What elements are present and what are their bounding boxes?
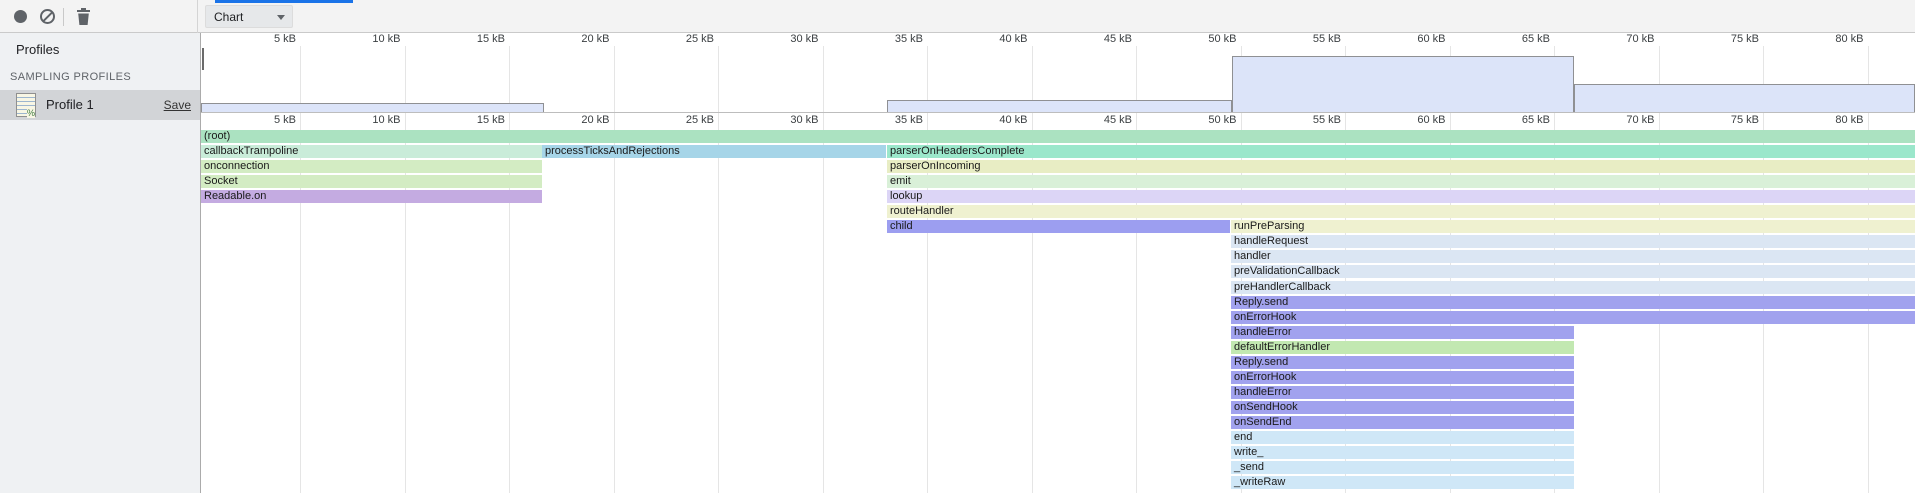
flame-chart-panel: 5 kB 10 kB 15 kB 20 kB 25 kB 30 kB 35 kB 40 kB 4… — [200, 33, 1915, 493]
ruler-tick-label: 80 kB — [1804, 33, 1864, 46]
flame-bar[interactable]: parserOnHeadersComplete — [887, 145, 1915, 158]
profile-icon: % — [16, 93, 36, 117]
ruler-tick-label: 20 kB — [550, 114, 610, 127]
flame-graph: (root) callbackTrampolineprocessTicksAndR… — [201, 130, 1915, 493]
ruler-tick-label: 35 kB — [863, 114, 923, 127]
flame-bar[interactable]: onErrorHook — [1231, 311, 1915, 324]
ruler-tick-label: 75 kB — [1699, 114, 1759, 127]
flame-bar[interactable]: handleError — [1231, 386, 1574, 399]
flame-bar[interactable]: _writeRaw — [1231, 476, 1574, 489]
flame-bar[interactable]: runPreParsing — [1231, 220, 1915, 233]
profiler-app: Chart Profiles SAMPLING PROFILES % Profi… — [0, 0, 1915, 493]
flame-bar[interactable]: write_ — [1231, 446, 1574, 459]
flame-bar[interactable]: emit — [887, 175, 1915, 188]
flame-bar[interactable]: processTicksAndRejections — [542, 145, 886, 158]
flame-bar[interactable]: (root) — [201, 130, 1915, 143]
ruler-tick-label: 40 kB — [968, 33, 1028, 46]
ruler-tick-label: 25 kB — [654, 114, 714, 127]
ruler-tick-label: 30 kB — [759, 114, 819, 127]
flame-bar[interactable]: _send — [1231, 461, 1574, 474]
flame-bar[interactable]: onErrorHook — [1231, 371, 1574, 384]
ruler-tick-label: 45 kB — [1072, 33, 1132, 46]
ruler-tick-label: 70 kB — [1595, 33, 1655, 46]
sidebar-section-label: SAMPLING PROFILES — [10, 71, 131, 83]
flame-bar[interactable]: preValidationCallback — [1231, 265, 1915, 278]
clear-icon[interactable] — [40, 9, 55, 24]
flame-bar[interactable]: Reply.send — [1231, 356, 1574, 369]
ruler-tick-label: 60 kB — [1386, 114, 1446, 127]
flame-bar[interactable]: routeHandler — [887, 205, 1915, 218]
flame-bar[interactable]: Socket — [201, 175, 542, 188]
flame-bar[interactable]: lookup — [887, 190, 1915, 203]
ruler-tick-label: 55 kB — [1281, 114, 1341, 127]
sidebar-title: Profiles — [16, 42, 59, 57]
flame-bar[interactable]: child — [887, 220, 1230, 233]
toolbar: Chart — [0, 0, 1915, 33]
ruler-tick-label: 30 kB — [759, 33, 819, 46]
flame-bar[interactable]: Readable.on — [201, 190, 542, 203]
flame-bar[interactable]: parserOnIncoming — [887, 160, 1915, 173]
ruler-tick-label: 35 kB — [863, 33, 923, 46]
sidebar-item-profile-1[interactable]: % Profile 1 Save — [0, 90, 200, 120]
ruler-tick-label: 50 kB — [1177, 114, 1237, 127]
flame-bar[interactable]: Reply.send — [1231, 296, 1915, 309]
flame-bar[interactable]: onSendHook — [1231, 401, 1574, 414]
view-mode-select[interactable]: Chart — [205, 5, 293, 28]
overview-graph-segment — [1574, 84, 1915, 112]
pane-divider — [201, 112, 1915, 113]
ruler-tick-label: 40 kB — [968, 114, 1028, 127]
ruler-tick-label: 55 kB — [1281, 33, 1341, 46]
view-mode-value: Chart — [214, 10, 243, 24]
overview-graph-segment — [1232, 56, 1574, 112]
record-icon[interactable] — [14, 10, 27, 23]
ruler-tick-label: 10 kB — [341, 33, 401, 46]
toolbar-divider — [63, 8, 64, 26]
overview-graph-segment — [201, 103, 544, 112]
toolbar-panel-divider — [197, 0, 198, 33]
flame-bar[interactable]: onSendEnd — [1231, 416, 1574, 429]
ruler-tick-label: 20 kB — [550, 33, 610, 46]
ruler-tick-label: 5 kB — [236, 114, 296, 127]
flame-bar[interactable]: defaultErrorHandler — [1231, 341, 1574, 354]
ruler-tick-label: 5 kB — [236, 33, 296, 46]
overview-drag-handle[interactable] — [202, 48, 204, 70]
ruler-tick-label: 60 kB — [1386, 33, 1446, 46]
flame-bar[interactable]: handler — [1231, 250, 1915, 263]
ruler-tick-label: 65 kB — [1490, 114, 1550, 127]
flame-bar[interactable]: onconnection — [201, 160, 542, 173]
ruler-tick-label: 15 kB — [445, 33, 505, 46]
flame-bar[interactable]: handleRequest — [1231, 235, 1915, 248]
ruler-tick-label: 25 kB — [654, 33, 714, 46]
flame-bar[interactable]: handleError — [1231, 326, 1574, 339]
flame-bar[interactable]: end — [1231, 431, 1574, 444]
sidebar: Profiles SAMPLING PROFILES % Profile 1 S… — [0, 33, 200, 493]
ruler-tick-label: 65 kB — [1490, 33, 1550, 46]
profile-name: Profile 1 — [46, 97, 94, 112]
ruler-tick-label: 75 kB — [1699, 33, 1759, 46]
ruler-tick-label: 80 kB — [1804, 114, 1864, 127]
trash-icon[interactable] — [76, 8, 91, 30]
flame-bar[interactable]: callbackTrampoline — [201, 145, 542, 158]
ruler-tick-label: 50 kB — [1177, 33, 1237, 46]
ruler-tick-label: 45 kB — [1072, 114, 1132, 127]
ruler-tick-label: 10 kB — [341, 114, 401, 127]
overview-pane[interactable] — [201, 46, 1915, 112]
ruler-tick-label: 15 kB — [445, 114, 505, 127]
ruler-tick-label: 70 kB — [1595, 114, 1655, 127]
save-link[interactable]: Save — [164, 98, 191, 112]
flame-bar[interactable]: preHandlerCallback — [1231, 281, 1915, 294]
chevron-down-icon — [277, 15, 285, 20]
overview-graph-segment — [887, 100, 1232, 112]
active-tab-indicator — [215, 0, 353, 3]
